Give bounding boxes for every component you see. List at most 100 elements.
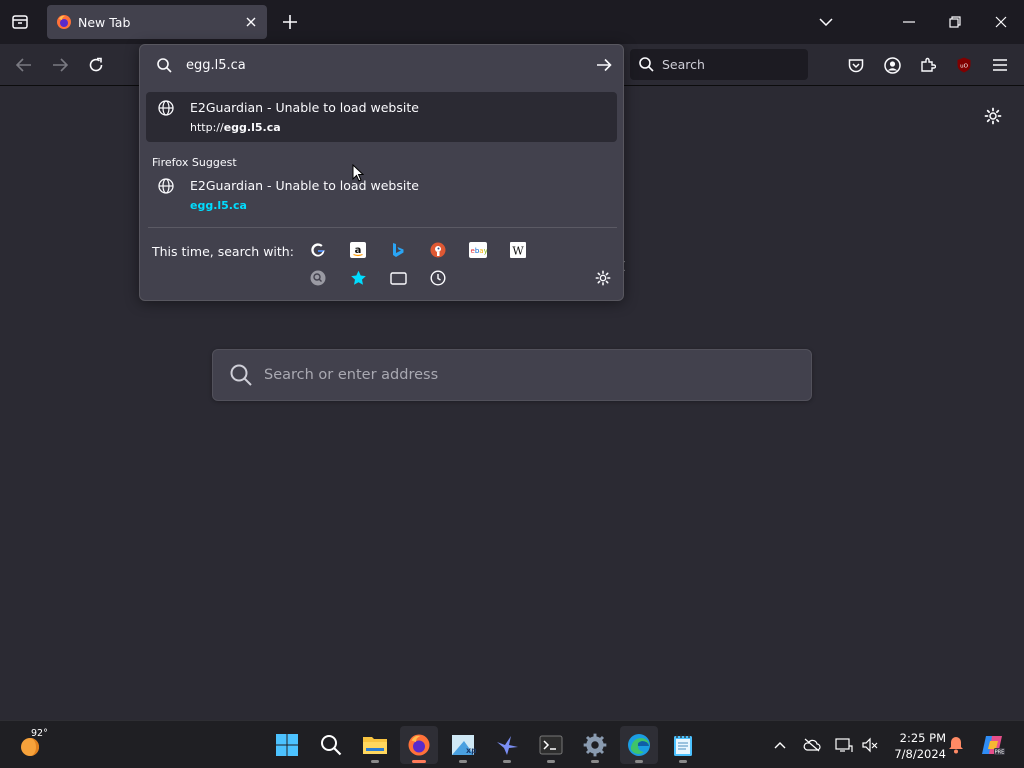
urlbar-value[interactable]: egg.l5.ca (186, 58, 596, 73)
list-all-tabs-button[interactable] (812, 8, 840, 36)
clock-date: 7/8/2024 (894, 747, 946, 761)
pocket-button[interactable] (844, 53, 868, 77)
urlbar-dropdown: egg.l5.ca E2Guardian - Unable to load we… (139, 44, 624, 301)
svg-text:a: a (355, 245, 362, 256)
running-indicator (371, 760, 379, 763)
urlbar-result[interactable]: E2Guardian - Unable to load website http… (146, 92, 617, 142)
new-tab-button[interactable] (279, 11, 301, 33)
firefox-view-icon (12, 15, 28, 29)
personalize-new-tab-button[interactable] (982, 105, 1004, 127)
show-hidden-icons-button[interactable] (770, 735, 790, 755)
reload-icon (89, 57, 103, 72)
chevron-up-icon (774, 742, 786, 749)
close-window-button[interactable] (987, 8, 1015, 36)
running-indicator (635, 760, 643, 763)
running-indicator (679, 760, 687, 763)
result-title: E2Guardian - Unable to load website (190, 178, 419, 193)
search-bar-placeholder: Search (662, 57, 705, 72)
globe-icon (158, 100, 174, 116)
minimize-button[interactable] (895, 8, 923, 36)
result-title: E2Guardian - Unable to load website (190, 100, 419, 115)
terminal-icon[interactable] (532, 726, 570, 764)
content-search-placeholder: Search or enter address (264, 367, 439, 383)
firefox-icon (56, 14, 72, 30)
clock[interactable]: 2:25 PM 7/8/2024 (884, 730, 946, 762)
pocket-icon (848, 58, 864, 72)
network-icon[interactable] (834, 735, 854, 755)
result-url: egg.l5.ca (190, 199, 247, 212)
arrow-right-icon (53, 58, 68, 72)
account-button[interactable] (880, 53, 904, 77)
wikipedia-icon[interactable]: W (508, 240, 528, 260)
tab-new-tab[interactable]: New Tab (47, 5, 267, 39)
xp-app-icon[interactable]: xp (444, 726, 482, 764)
minimize-icon (903, 21, 915, 23)
running-indicator (503, 760, 511, 763)
result-url: http://egg.l5.ca (190, 121, 281, 134)
arrow-right-icon (597, 58, 612, 72)
firefox-view-button[interactable] (8, 10, 32, 34)
gear-icon (984, 107, 1002, 125)
back-button[interactable] (12, 53, 36, 77)
globe-icon (158, 178, 174, 194)
content-search-box[interactable]: Search or enter address (212, 349, 812, 401)
search-bar[interactable]: Search (630, 49, 808, 80)
file-explorer-icon[interactable] (356, 726, 394, 764)
account-icon (883, 56, 901, 74)
volume-muted-icon[interactable] (860, 735, 880, 755)
app-menu-button[interactable] (988, 53, 1012, 77)
forward-button[interactable] (48, 53, 72, 77)
amazon-icon[interactable]: a (348, 240, 368, 260)
active-indicator (412, 760, 426, 763)
copilot-icon[interactable]: PRE (980, 733, 1006, 757)
bookmarks-icon[interactable] (348, 268, 368, 288)
onedrive-offline-icon[interactable] (802, 735, 822, 755)
gear-icon (595, 270, 611, 286)
duckduckgo-icon[interactable] (428, 240, 448, 260)
ublock-origin-button[interactable]: uO (952, 53, 976, 77)
search-icon (230, 364, 252, 386)
search-settings-button[interactable] (593, 268, 613, 288)
search-engine-icon[interactable] (308, 268, 328, 288)
reload-button[interactable] (84, 53, 108, 77)
settings-icon[interactable] (576, 726, 614, 764)
svg-text:xp: xp (466, 746, 476, 755)
close-icon (246, 17, 256, 27)
notification-bell-icon[interactable] (946, 735, 966, 755)
extensions-button[interactable] (916, 53, 940, 77)
svg-text:W: W (512, 245, 524, 258)
search-icon (157, 57, 172, 73)
search-icon (639, 57, 654, 72)
notepad-icon[interactable] (664, 726, 702, 764)
close-tab-button[interactable] (241, 12, 261, 32)
edge-icon[interactable] (620, 726, 658, 764)
tab-strip: New Tab (0, 0, 1024, 44)
google-icon[interactable] (308, 240, 328, 260)
arrow-left-icon (16, 58, 31, 72)
ebay-icon[interactable]: ebay (468, 240, 488, 260)
tabs-icon[interactable] (388, 268, 408, 288)
windows-start-icon[interactable] (268, 726, 306, 764)
bing-icon[interactable] (388, 240, 408, 260)
result-url-prefix: http:// (190, 121, 224, 134)
restore-button[interactable] (941, 8, 969, 36)
weather-temperature: 92° (31, 728, 48, 739)
urlbar-input[interactable]: egg.l5.ca (140, 45, 623, 85)
plus-icon (283, 15, 297, 29)
firefox-suggest-label: Firefox Suggest (152, 156, 237, 169)
bird-app-icon[interactable] (488, 726, 526, 764)
weather-widget[interactable]: 92° (18, 728, 50, 761)
clock-time: 2:25 PM (899, 731, 946, 745)
running-indicator (459, 760, 467, 763)
firefox-icon[interactable] (400, 726, 438, 764)
go-button[interactable] (596, 58, 612, 72)
urlbar-result[interactable]: E2Guardian - Unable to load website egg.… (146, 170, 617, 220)
tab-title: New Tab (78, 14, 131, 30)
puzzle-icon (921, 57, 936, 72)
search-icon[interactable] (312, 726, 350, 764)
history-icon[interactable] (428, 268, 448, 288)
svg-text:PRE: PRE (995, 750, 1005, 756)
running-indicator (591, 760, 599, 763)
result-url-host: egg.l5.ca (223, 121, 281, 134)
running-indicator (547, 760, 555, 763)
